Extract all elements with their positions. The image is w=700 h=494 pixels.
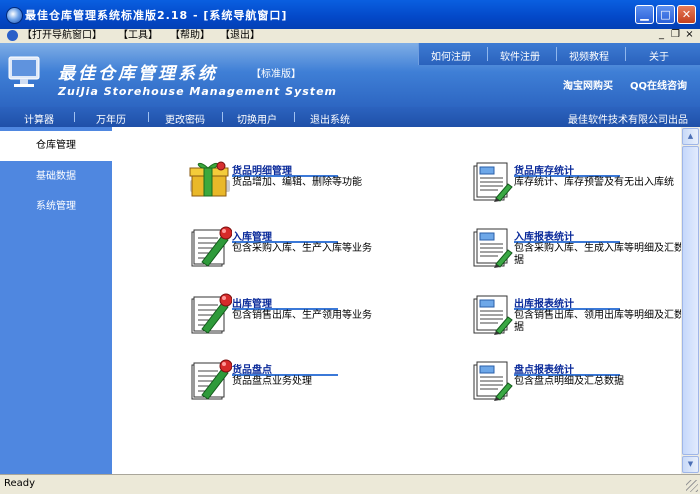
brand-name-en: ZuiJia Storehouse Management System xyxy=(58,85,337,98)
report-document-icon xyxy=(470,291,514,335)
module-card-inbound[interactable]: 入库管理 包含采购入库、生产入库等业务 xyxy=(188,224,458,280)
module-panel: 货品明细管理 货品增加、编辑、删除等功能 货品库存统计 库存统计、库存预警及有无… xyxy=(112,127,684,474)
how-to-register-link[interactable]: 如何注册 xyxy=(431,48,471,63)
module-card-stock-stats[interactable]: 货品库存统计 库存统计、库存预警及有无出入库统 xyxy=(470,158,700,214)
report-document-icon xyxy=(470,224,514,268)
gift-box-icon xyxy=(188,158,232,202)
qq-consult-link[interactable]: QQ在线咨询 xyxy=(630,77,687,92)
nav-divider xyxy=(74,112,75,122)
module-desc: 包含盘点明细及汇总数据 xyxy=(514,376,624,387)
app-icon xyxy=(6,7,23,24)
taobao-buy-link[interactable]: 淘宝网购买 xyxy=(563,77,613,92)
sidebar-item-basic-data[interactable]: 基础数据 xyxy=(0,162,112,192)
top-link-divider xyxy=(556,47,557,61)
edition-label: 【标准版】 xyxy=(251,69,301,80)
sidebar-item-system[interactable]: 系统管理 xyxy=(0,192,112,222)
company-credit: 最佳软件技术有限公司出品 xyxy=(568,115,688,126)
video-tutorial-link[interactable]: 视频教程 xyxy=(569,48,609,63)
document-pen-icon xyxy=(188,357,232,401)
monitor-logo-icon xyxy=(8,56,40,87)
report-document-icon xyxy=(470,158,514,202)
brand-name-cn: 最佳仓库管理系统 xyxy=(58,64,218,84)
module-desc: 库存统计、库存预警及有无出入库统 xyxy=(514,177,674,188)
nav-divider xyxy=(222,112,223,122)
nav-exit-system[interactable]: 退出系统 xyxy=(310,111,350,126)
module-desc: 包含销售出库、生产领用等业务 xyxy=(232,310,372,321)
nav-calculator[interactable]: 计算器 xyxy=(24,111,54,126)
menu-tools[interactable]: 【工具】 xyxy=(118,29,158,43)
scroll-up-button[interactable]: ▲ xyxy=(682,128,699,145)
scroll-thumb[interactable] xyxy=(682,146,699,455)
module-card-inbound-report[interactable]: 入库报表统计 包含采购入库、生成入库等明细及汇数据 xyxy=(470,224,700,280)
about-link[interactable]: 关于 xyxy=(649,48,669,63)
module-desc: 货品增加、编辑、删除等功能 xyxy=(232,177,362,188)
scroll-down-button[interactable]: ▼ xyxy=(682,456,699,473)
vertical-scrollbar[interactable]: ▲ ▼ xyxy=(681,127,700,474)
nav-change-password[interactable]: 更改密码 xyxy=(165,111,205,126)
menu-exit[interactable]: 【退出】 xyxy=(220,29,260,43)
mdi-restore-icon[interactable]: ❐ xyxy=(670,29,681,41)
document-pen-icon xyxy=(188,224,232,268)
module-desc: 包含采购入库、生产入库等业务 xyxy=(232,243,372,254)
module-card-goods-detail[interactable]: 货品明细管理 货品增加、编辑、删除等功能 xyxy=(188,158,458,214)
nav-divider xyxy=(148,112,149,122)
status-text: Ready xyxy=(4,478,36,489)
title-bar[interactable]: 最佳仓库管理系统标准版2.18 - [系统导航窗口] ▁ □ ✕ xyxy=(0,0,700,29)
module-desc: 包含销售出库、领用出库等明细及汇数据 xyxy=(514,310,684,333)
minimize-button[interactable]: ▁ xyxy=(635,5,654,24)
module-card-outbound[interactable]: 出库管理 包含销售出库、生产领用等业务 xyxy=(188,291,458,347)
top-link-divider xyxy=(487,47,488,61)
module-desc: 包含采购入库、生成入库等明细及汇数据 xyxy=(514,243,684,266)
close-button[interactable]: ✕ xyxy=(677,5,696,24)
module-card-stocktake[interactable]: 货品盘点 货品盘点业务处理 xyxy=(188,357,458,413)
mdi-close-icon[interactable]: × xyxy=(684,29,695,41)
module-card-stocktake-report[interactable]: 盘点报表统计 包含盘点明细及汇总数据 xyxy=(470,357,700,413)
nav-divider xyxy=(294,112,295,122)
top-link-divider xyxy=(625,47,626,61)
menu-open-navigation[interactable]: 【打开导航窗口】 xyxy=(22,29,102,43)
document-pen-icon xyxy=(188,291,232,335)
module-desc: 货品盘点业务处理 xyxy=(232,376,312,387)
maximize-button[interactable]: □ xyxy=(656,5,675,24)
nav-switch-user[interactable]: 切换用户 xyxy=(237,111,277,126)
mdi-minimize-icon[interactable]: _ xyxy=(656,29,667,41)
status-bar: Ready xyxy=(0,474,700,494)
report-document-icon xyxy=(470,357,514,401)
menu-bar: 【打开导航窗口】 【工具】 【帮助】 【退出】 _ ❐ × xyxy=(0,29,700,44)
nav-calendar[interactable]: 万年历 xyxy=(96,111,126,126)
mdi-window-icon[interactable] xyxy=(7,30,18,41)
window-title: 最佳仓库管理系统标准版2.18 - [系统导航窗口] xyxy=(25,9,288,22)
module-card-outbound-report[interactable]: 出库报表统计 包含销售出库、领用出库等明细及汇数据 xyxy=(470,291,700,347)
sidebar: 仓库管理 基础数据 系统管理 xyxy=(0,127,112,474)
sidebar-item-warehouse[interactable]: 仓库管理 xyxy=(0,131,112,161)
top-links: 如何注册 软件注册 视频教程 关于 xyxy=(418,43,700,65)
software-register-link[interactable]: 软件注册 xyxy=(500,48,540,63)
menu-help[interactable]: 【帮助】 xyxy=(170,29,210,43)
resize-grip-icon[interactable] xyxy=(686,480,698,492)
header-banner: 最佳仓库管理系统 【标准版】 ZuiJia Storehouse Managem… xyxy=(0,43,700,107)
quick-nav-bar: 计算器 万年历 更改密码 切换用户 退出系统 最佳软件技术有限公司出品 xyxy=(0,107,700,127)
